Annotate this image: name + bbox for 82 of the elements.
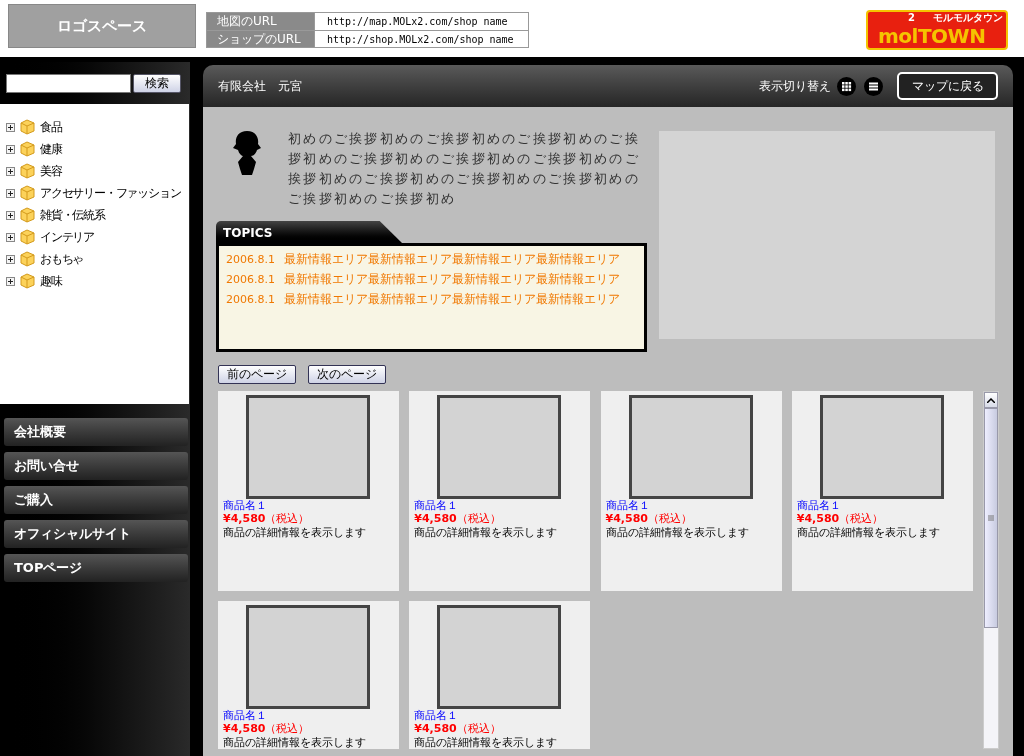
product-name-link[interactable]: 商品名１ — [796, 499, 973, 512]
shop-name: 有限会社 元宮 — [218, 78, 302, 95]
product-card[interactable]: 商品名１ ¥4,580（税込） 商品の詳細情報を表示します — [218, 601, 399, 749]
box-icon — [19, 229, 36, 245]
scrollbar[interactable] — [983, 391, 999, 749]
category-item[interactable]: 雑貨・伝統系 — [40, 206, 105, 224]
product-price: ¥4,580 — [414, 722, 457, 735]
scroll-grip-icon[interactable] — [988, 515, 994, 521]
product-price: ¥4,580 — [605, 512, 648, 525]
tax-note: （税込） — [265, 512, 310, 525]
box-icon — [19, 119, 36, 135]
brand-tagline: モルモルタウン — [933, 12, 1003, 23]
topic-date: 2006.8.1 — [226, 292, 276, 307]
box-icon — [19, 163, 36, 179]
box-icon — [19, 141, 36, 157]
product-card[interactable]: 商品名１ ¥4,580（税込） 商品の詳細情報を表示します — [409, 601, 591, 749]
tax-note: （税込） — [456, 722, 501, 735]
back-to-map-button[interactable]: マップに戻る — [897, 72, 998, 100]
url-value: http://shop.MOLx2.com/shop name — [326, 33, 515, 47]
list-view-icon[interactable] — [864, 76, 883, 96]
expand-icon[interactable] — [6, 276, 15, 286]
product-card[interactable]: 商品名１ ¥4,580（税込） 商品の詳細情報を表示します — [791, 391, 973, 591]
menu-button[interactable]: お問い合せ — [4, 452, 188, 480]
product-price: ¥4,580 — [796, 512, 840, 525]
expand-icon[interactable] — [6, 188, 15, 198]
expand-icon[interactable] — [6, 122, 15, 132]
expand-icon[interactable] — [6, 166, 15, 176]
product-price: ¥4,580 — [223, 722, 266, 735]
scroll-up-icon[interactable] — [987, 397, 995, 403]
product-description: 商品の詳細情報を表示します — [414, 736, 559, 749]
product-price: ¥4,580 — [223, 512, 266, 525]
product-description: 商品の詳細情報を表示します — [605, 526, 750, 540]
menu-button[interactable]: ご購入 — [4, 486, 188, 514]
product-name-link[interactable]: 商品名１ — [223, 499, 399, 512]
category-item[interactable]: 健康 — [40, 140, 62, 158]
product-price: ¥4,580 — [414, 512, 457, 525]
menu-button[interactable]: オフィシャルサイト — [4, 520, 188, 548]
product-name-link[interactable]: 商品名１ — [605, 499, 782, 512]
page-button[interactable]: 次のページ — [308, 365, 386, 384]
product-name-link[interactable]: 商品名１ — [414, 499, 591, 512]
view-switch-label: 表示切り替え — [759, 78, 831, 95]
grid-view-icon[interactable] — [837, 76, 856, 96]
brand-superscript: 2 — [908, 12, 915, 23]
url-value: http://map.MOLx2.com/shop name — [326, 15, 509, 29]
expand-icon[interactable] — [6, 144, 15, 154]
logo-banner: ロゴスペース — [8, 4, 196, 48]
search-button[interactable]: 検索 — [133, 73, 181, 93]
product-description: 商品の詳細情報を表示します — [796, 526, 941, 540]
search-field[interactable] — [6, 73, 131, 93]
category-item[interactable]: 美容 — [40, 162, 62, 180]
product-card[interactable]: 商品名１ ¥4,580（税込） 商品の詳細情報を表示します — [600, 391, 782, 591]
tax-note: （税込） — [839, 512, 884, 525]
tax-note: （税込） — [265, 722, 310, 735]
box-icon — [19, 185, 36, 201]
product-card[interactable]: 商品名１ ¥4,580（税込） 商品の詳細情報を表示します — [218, 391, 399, 591]
product-description: 商品の詳細情報を表示します — [223, 526, 367, 540]
expand-icon[interactable] — [6, 210, 15, 220]
url-label: 地図のURL — [207, 13, 315, 30]
product-name-link[interactable]: 商品名１ — [223, 709, 399, 722]
menu-button[interactable]: TOPページ — [4, 554, 188, 582]
box-icon — [19, 273, 36, 289]
product-description: 商品の詳細情報を表示します — [223, 736, 367, 749]
product-description: 商品の詳細情報を表示します — [414, 526, 559, 540]
page-button[interactable]: 前のページ — [218, 365, 296, 384]
box-icon — [19, 207, 36, 223]
greeting-text: 初めのご挨拶初めのご挨拶初めのご挨拶初めのご挨拶初めのご挨拶初めのご挨拶初めのご挨拶初めのご挨拶初めのご挨拶初めのご挨拶初めのご挨拶初めのご挨拶初めのご挨拶初め — [288, 130, 641, 208]
tax-note: （税込） — [647, 512, 692, 525]
expand-icon[interactable] — [6, 254, 15, 264]
menu-button[interactable]: 会社概要 — [4, 418, 188, 446]
box-icon — [19, 251, 36, 267]
category-item[interactable]: インテリア — [40, 228, 94, 246]
url-label: ショップのURL — [207, 31, 315, 47]
category-item[interactable]: 食品 — [40, 118, 62, 136]
tax-note: （税込） — [456, 512, 501, 525]
topic-date: 2006.8.1 — [226, 252, 276, 267]
category-item[interactable]: アクセサリー・ファッション — [40, 184, 181, 202]
product-name-link[interactable]: 商品名１ — [414, 709, 591, 722]
topic-date: 2006.8.1 — [226, 272, 276, 287]
category-item[interactable]: 趣味 — [40, 272, 62, 290]
category-item[interactable]: おもちゃ — [40, 250, 84, 268]
product-card[interactable]: 商品名１ ¥4,580（税込） 商品の詳細情報を表示します — [409, 391, 591, 591]
expand-icon[interactable] — [6, 232, 15, 242]
